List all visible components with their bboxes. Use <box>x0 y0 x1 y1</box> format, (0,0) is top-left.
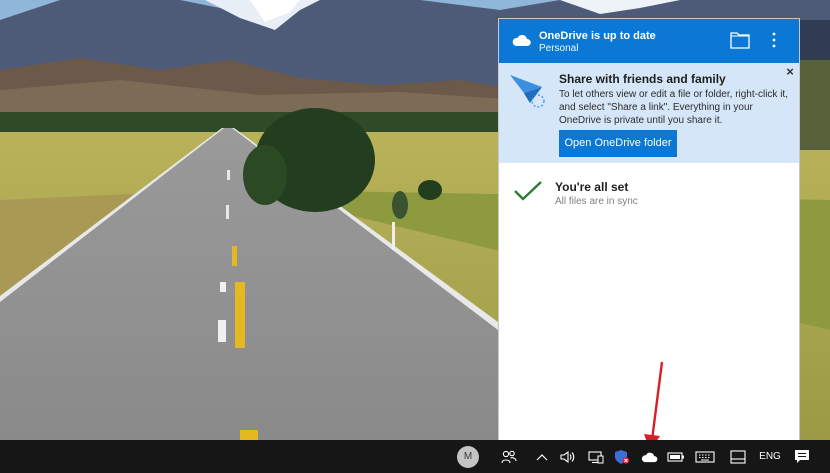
volume-icon <box>560 450 575 463</box>
sync-status: You're all set All files are in sync <box>499 163 799 223</box>
touch-keyboard-icon <box>695 450 715 463</box>
action-center-icon <box>795 449 809 463</box>
share-banner-title: Share with friends and family <box>559 72 726 86</box>
avatar[interactable]: M <box>457 446 479 468</box>
close-banner-button[interactable]: × <box>784 65 796 79</box>
onedrive-header: OneDrive is up to date Personal <box>499 19 799 63</box>
open-folder-button[interactable] <box>730 31 750 49</box>
share-banner-text: To let others view or edit a file or fol… <box>559 89 788 126</box>
people-icon <box>501 450 517 463</box>
volume-button[interactable] <box>557 440 579 473</box>
annotation-arrow <box>644 361 664 451</box>
onedrive-tray-button[interactable] <box>638 440 660 473</box>
sync-status-subtitle: All files are in sync <box>555 196 638 207</box>
checkmark-icon <box>514 181 542 201</box>
more-dots-icon <box>772 32 776 48</box>
security-button[interactable] <box>612 440 632 473</box>
battery-button[interactable] <box>665 440 687 473</box>
network-button[interactable] <box>585 440 607 473</box>
action-center-button[interactable] <box>790 440 814 473</box>
onedrive-cloud-icon <box>641 452 658 462</box>
tablet-mode-button[interactable] <box>727 440 749 473</box>
paper-plane-icon <box>510 75 545 108</box>
folder-icon <box>730 32 750 49</box>
onedrive-cloud-icon <box>512 34 531 46</box>
open-onedrive-folder-button[interactable]: Open OneDrive folder <box>559 130 677 157</box>
taskbar: M ENG <box>0 440 830 473</box>
language-indicator[interactable]: ENG <box>755 440 785 473</box>
onedrive-status-title: OneDrive is up to date <box>539 30 656 42</box>
chevron-up-icon <box>536 453 548 460</box>
network-icon <box>588 450 604 463</box>
onedrive-account-label: Personal <box>539 43 579 54</box>
tablet-mode-icon <box>730 449 746 464</box>
show-hidden-icons-button[interactable] <box>533 440 551 473</box>
battery-icon <box>667 451 684 462</box>
more-options-button[interactable] <box>767 30 781 50</box>
touch-keyboard-button[interactable] <box>693 440 717 473</box>
sync-status-title: You're all set <box>555 180 629 194</box>
defender-icon <box>615 449 630 464</box>
people-button[interactable] <box>497 440 521 473</box>
share-banner: × Share with friends and family To let o… <box>499 63 799 163</box>
